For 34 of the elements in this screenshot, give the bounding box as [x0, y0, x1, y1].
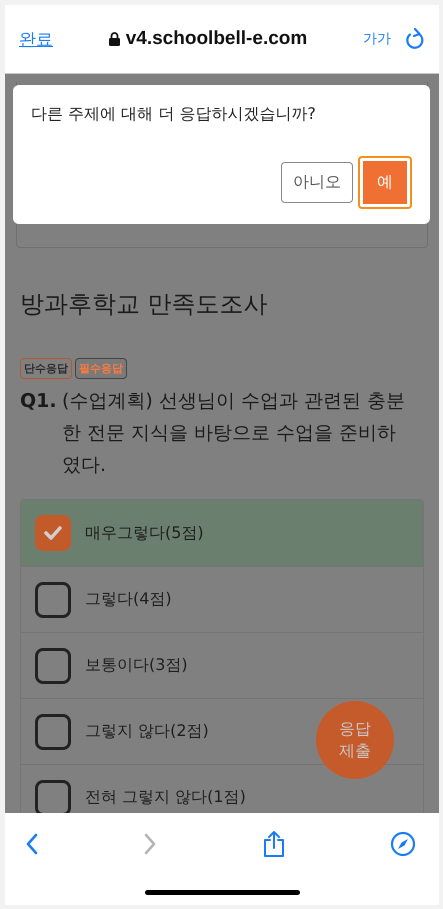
no-button[interactable]: 아니오 [281, 162, 353, 203]
checkbox[interactable] [35, 648, 71, 684]
compass-icon [390, 831, 416, 857]
option-row[interactable]: 그렇다(4점) [21, 566, 423, 632]
forward-icon [143, 832, 158, 856]
option-label: 그렇다(4점) [85, 589, 172, 610]
check-icon [43, 525, 63, 541]
submit-button[interactable]: 응답 제출 [316, 701, 394, 779]
share-button[interactable] [262, 830, 286, 858]
done-link[interactable]: 완료 [19, 28, 53, 50]
compass-button[interactable] [390, 831, 416, 857]
question-number: Q1. [20, 389, 58, 414]
reload-icon[interactable] [405, 28, 425, 50]
option-label: 전혀 그렇지 않다(1점) [85, 787, 246, 808]
back-button[interactable] [25, 832, 39, 856]
required-tag: 필수응답 [75, 358, 127, 379]
answer-type-tag: 단수응답 [20, 358, 72, 379]
option-row[interactable]: 매우그렇다(5점) [21, 500, 423, 566]
url-text: v4.schoolbell-e.com [126, 28, 308, 50]
option-label: 보통이다(3점) [85, 655, 188, 676]
question-text: (수업계획) 선생님이 수업과 관련된 충분한 전문 지식을 바탕으로 수업을 준비하였다. [62, 389, 406, 478]
checkbox[interactable] [35, 582, 71, 618]
dialog-message: 다른 주제에 대해 더 응답하시겠습니까? [31, 104, 317, 125]
option-label: 그렇지 않다(2점) [85, 721, 209, 742]
option-label: 매우그렇다(5점) [85, 522, 204, 544]
survey-title: 방과후학교 만족도조사 [20, 289, 269, 320]
share-icon [262, 830, 286, 858]
option-row[interactable]: 보통이다(3점) [21, 632, 423, 698]
checkbox[interactable] [35, 515, 71, 551]
lock-icon [108, 32, 120, 46]
checkbox[interactable] [35, 714, 71, 750]
text-size-button[interactable]: 가가 [363, 30, 397, 48]
back-icon [25, 832, 39, 856]
yes-button[interactable]: 예 [358, 156, 412, 209]
